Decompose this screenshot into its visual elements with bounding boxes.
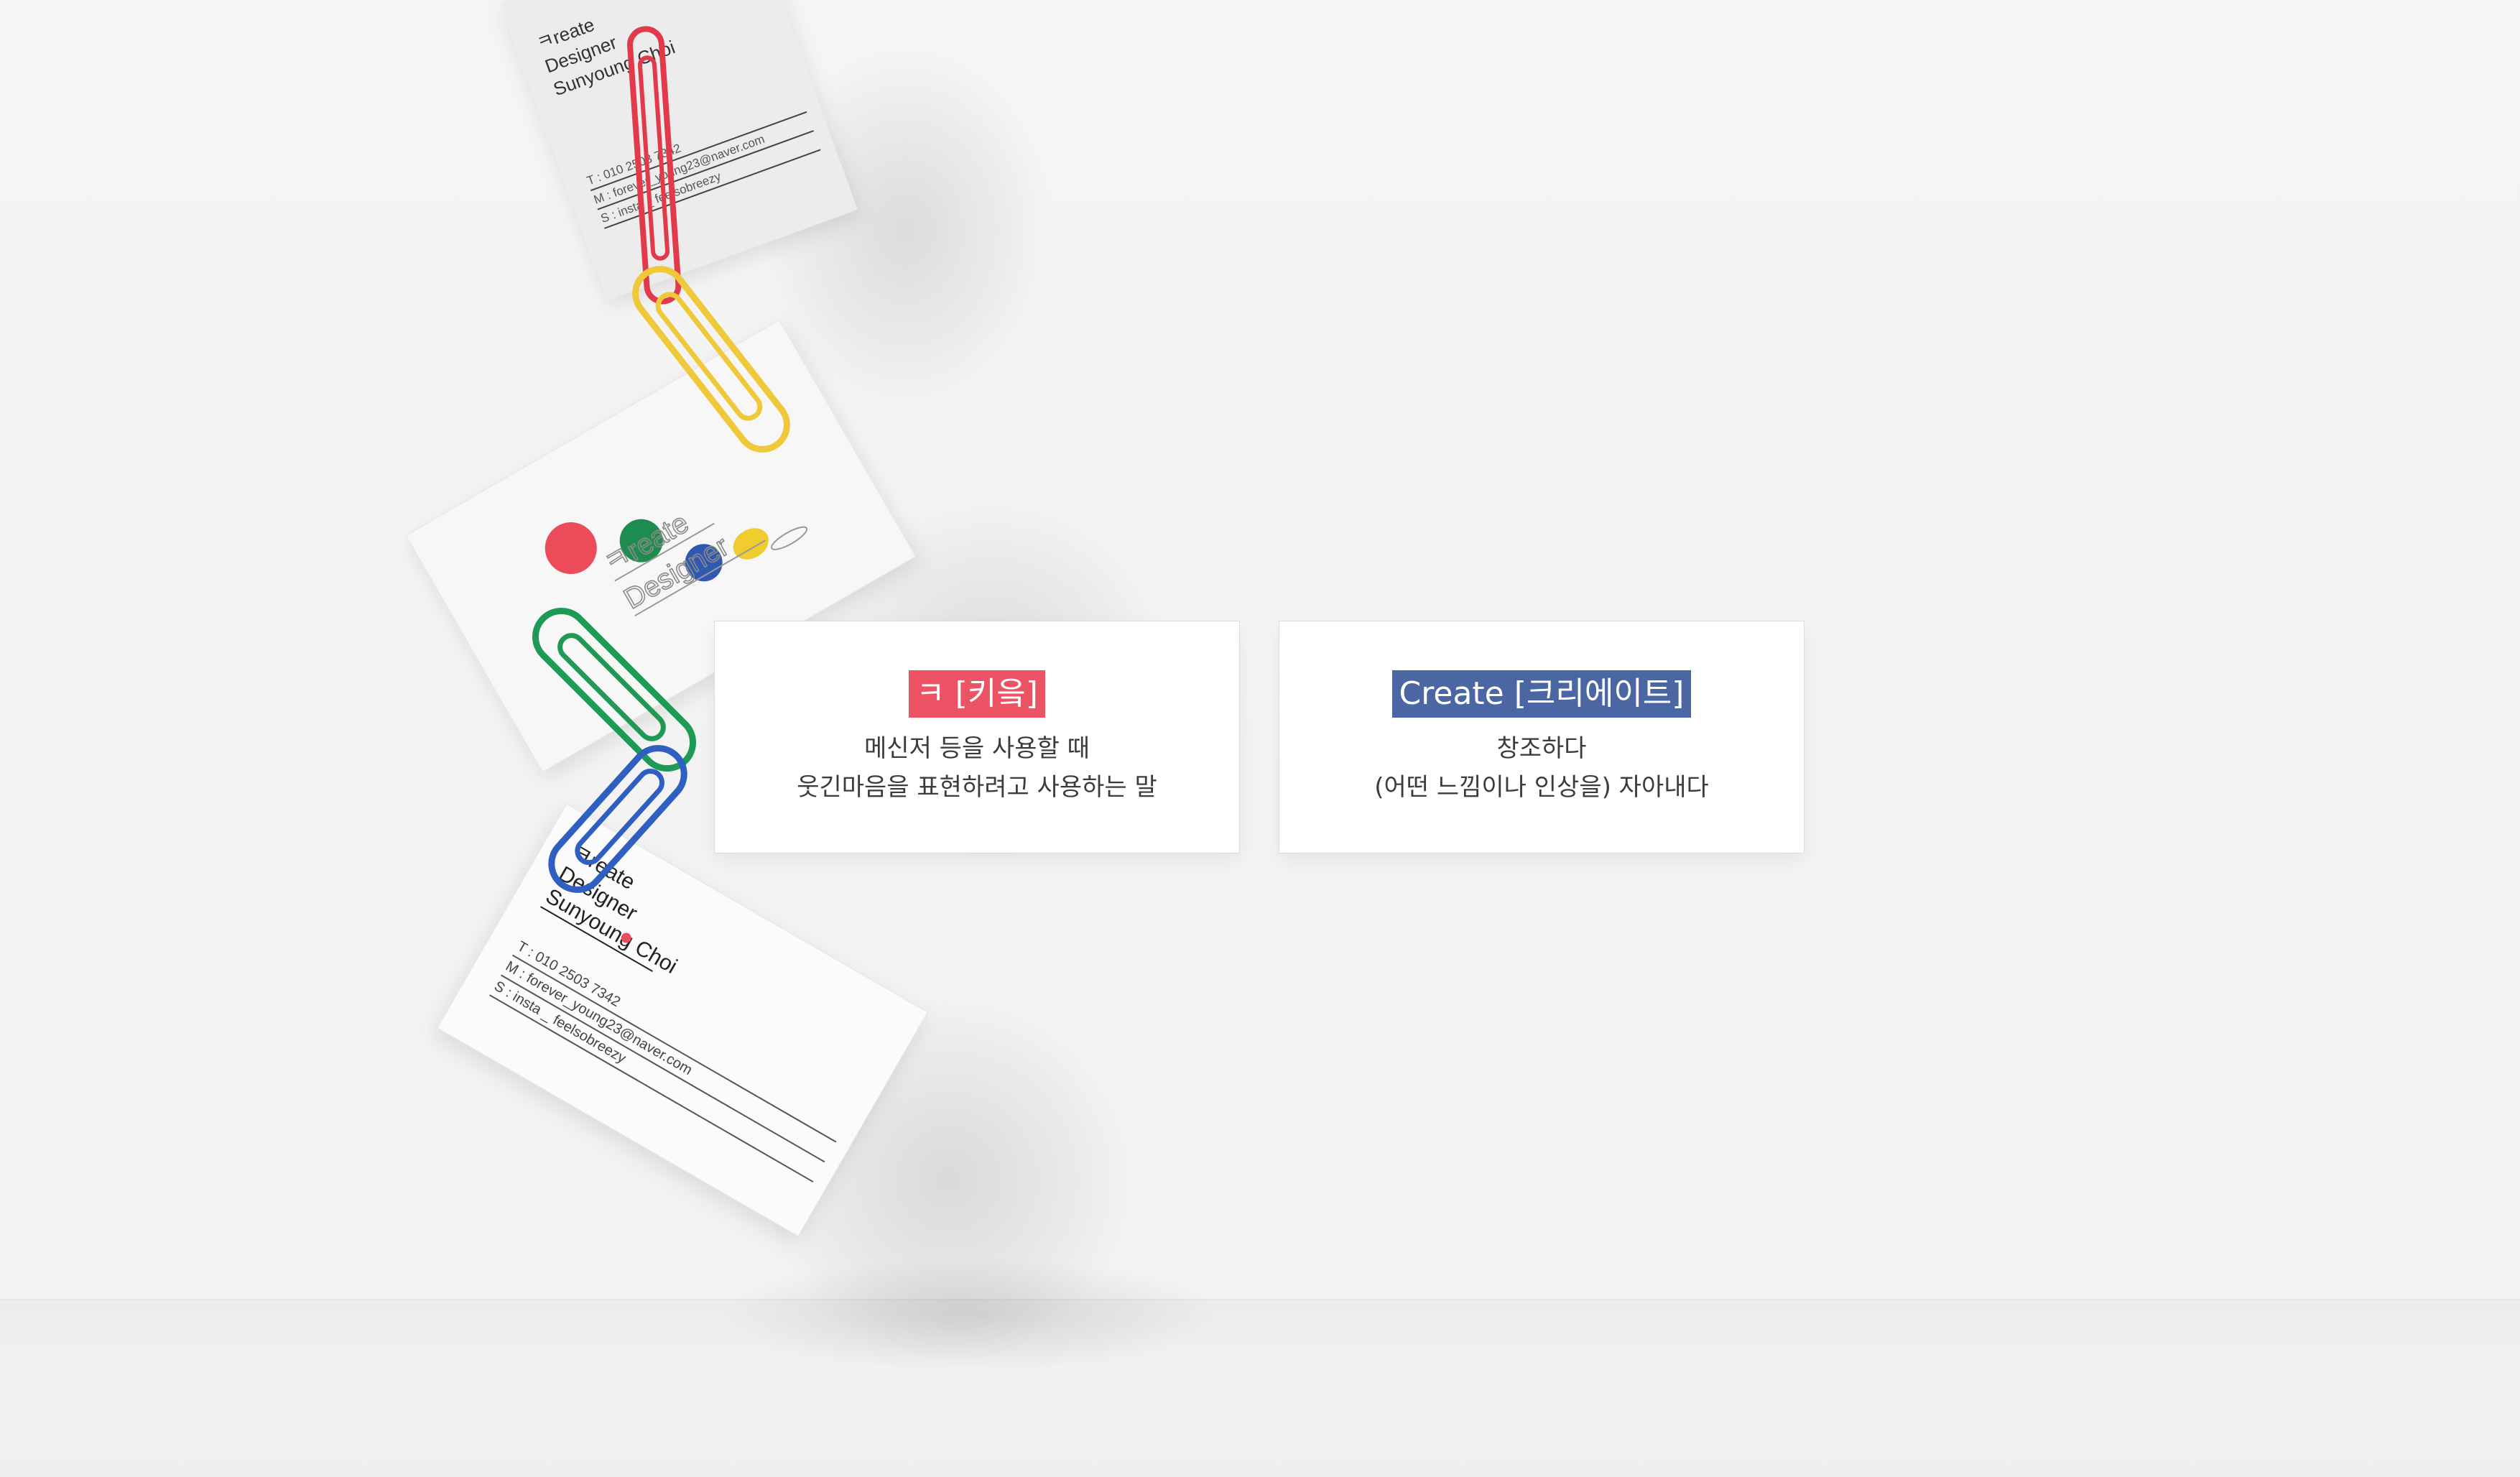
description-line: (어떤 느낌이나 인상을) 자아내다 xyxy=(1374,773,1709,802)
term-label: Create [크리에이트] xyxy=(1391,670,1692,718)
definition-card-keuk: ㅋ [키읔] 메신저 등을 사용할 때 웃긴마음을 표현하려고 사용하는 말 xyxy=(714,621,1240,853)
business-cards-scene: 0 ㅋreate Designer Sunyoung Choi T : 010 … xyxy=(405,0,928,1237)
bottom-business-card: ㅋreate Designer Sunyoung Choi T : 010 25… xyxy=(437,803,928,1237)
description-line: 창조하다 xyxy=(1496,734,1587,763)
description-line: 웃긴마음을 표현하려고 사용하는 말 xyxy=(797,773,1157,802)
description-line: 메신저 등을 사용할 때 xyxy=(864,734,1090,763)
definition-card-create: Create [크리에이트] 창조하다 (어떤 느낌이나 인상을) 자아내다 xyxy=(1279,621,1805,853)
term-description: 창조하다 (어떤 느낌이나 인상을) 자아내다 xyxy=(1279,729,1804,807)
term-label: ㅋ [키읔] xyxy=(909,670,1045,718)
term-description: 메신저 등을 사용할 때 웃긴마음을 표현하려고 사용하는 말 xyxy=(715,729,1239,807)
